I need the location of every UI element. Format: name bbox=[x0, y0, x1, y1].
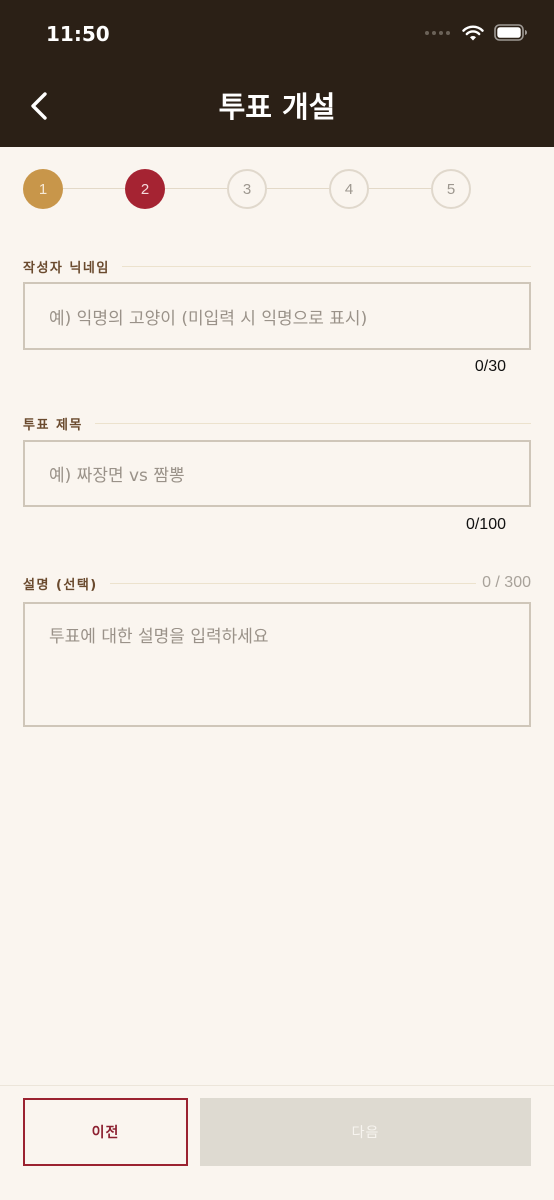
step-2: 2 bbox=[125, 169, 165, 209]
description-label-row: 설명 (선택) 0 / 300 bbox=[23, 574, 531, 593]
description-label: 설명 (선택) bbox=[23, 577, 98, 593]
step-4: 4 bbox=[329, 169, 369, 209]
step-5: 5 bbox=[431, 169, 471, 209]
battery-icon bbox=[494, 24, 527, 41]
step-connector bbox=[165, 188, 227, 189]
next-button[interactable]: 다음 bbox=[200, 1098, 531, 1166]
wifi-icon bbox=[462, 25, 484, 40]
step-1: 1 bbox=[23, 169, 63, 209]
step-connector bbox=[63, 188, 125, 189]
step-connector bbox=[369, 188, 431, 189]
nickname-input[interactable]: 예) 익명의 고양이 (미입력 시 익명으로 표시) bbox=[23, 282, 531, 350]
nickname-label: 작성자 닉네임 bbox=[23, 260, 110, 276]
bottom-divider bbox=[0, 1085, 554, 1086]
nickname-label-row: 작성자 닉네임 bbox=[23, 257, 531, 276]
app-header: 11:50 투표 개설 bbox=[0, 0, 554, 147]
page-title: 투표 개설 bbox=[218, 90, 336, 124]
title-input[interactable]: 예) 짜장면 vs 짬뽕 bbox=[23, 440, 531, 507]
nickname-char-counter: 0/30 bbox=[474, 358, 506, 375]
label-divider bbox=[94, 422, 531, 424]
step-connector bbox=[267, 188, 329, 189]
progress-stepper: 1 2 3 4 5 bbox=[23, 169, 483, 209]
step-3: 3 bbox=[227, 169, 267, 209]
title-placeholder: 예) 짜장면 vs 짬뽕 bbox=[49, 466, 185, 486]
title-char-counter: 0/100 bbox=[465, 516, 506, 533]
status-time: 11:50 bbox=[46, 22, 110, 46]
vote-create-screen: 11:50 투표 개설 1 2 3 4 5 작성자 닉네임 예) 익명의 고양이… bbox=[0, 0, 554, 1200]
prev-button[interactable]: 이전 bbox=[23, 1098, 188, 1166]
nickname-placeholder: 예) 익명의 고양이 (미입력 시 익명으로 표시) bbox=[49, 308, 368, 329]
status-icons bbox=[425, 24, 528, 41]
signal-icon bbox=[425, 30, 450, 35]
label-divider bbox=[121, 265, 531, 267]
description-textarea[interactable]: 투표에 대한 설명을 입력하세요 bbox=[23, 602, 531, 727]
label-divider bbox=[109, 582, 477, 584]
title-label: 투표 제목 bbox=[23, 417, 83, 433]
description-placeholder: 투표에 대한 설명을 입력하세요 bbox=[49, 627, 269, 647]
description-char-counter: 0 / 300 bbox=[482, 574, 531, 591]
title-label-row: 투표 제목 bbox=[23, 414, 531, 433]
